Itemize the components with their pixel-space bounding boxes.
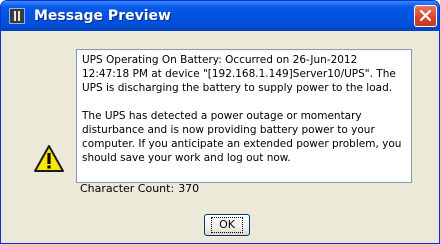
warning-icon bbox=[34, 145, 64, 172]
character-count-value: 370 bbox=[178, 182, 200, 195]
message-preview-dialog: Message Preview UPS Operating On Battery… bbox=[0, 0, 440, 244]
message-text-area[interactable]: UPS Operating On Battery: Occurred on 26… bbox=[76, 49, 412, 183]
window-title: Message Preview bbox=[34, 8, 171, 24]
title-bar[interactable]: Message Preview bbox=[1, 1, 439, 31]
message-paragraph-2: The UPS has detected a power outage or m… bbox=[82, 110, 402, 164]
character-count-label: Character Count: bbox=[80, 182, 175, 195]
app-icon bbox=[9, 8, 25, 24]
character-count: Character Count: 370 bbox=[80, 182, 199, 196]
close-button[interactable] bbox=[414, 5, 437, 27]
ok-button-label: OK bbox=[211, 217, 243, 233]
dialog-content: UPS Operating On Battery: Occurred on 26… bbox=[5, 31, 435, 241]
message-paragraph-1: UPS Operating On Battery: Occurred on 26… bbox=[82, 54, 396, 94]
ok-button[interactable]: OK bbox=[204, 214, 250, 236]
close-icon bbox=[420, 10, 431, 21]
